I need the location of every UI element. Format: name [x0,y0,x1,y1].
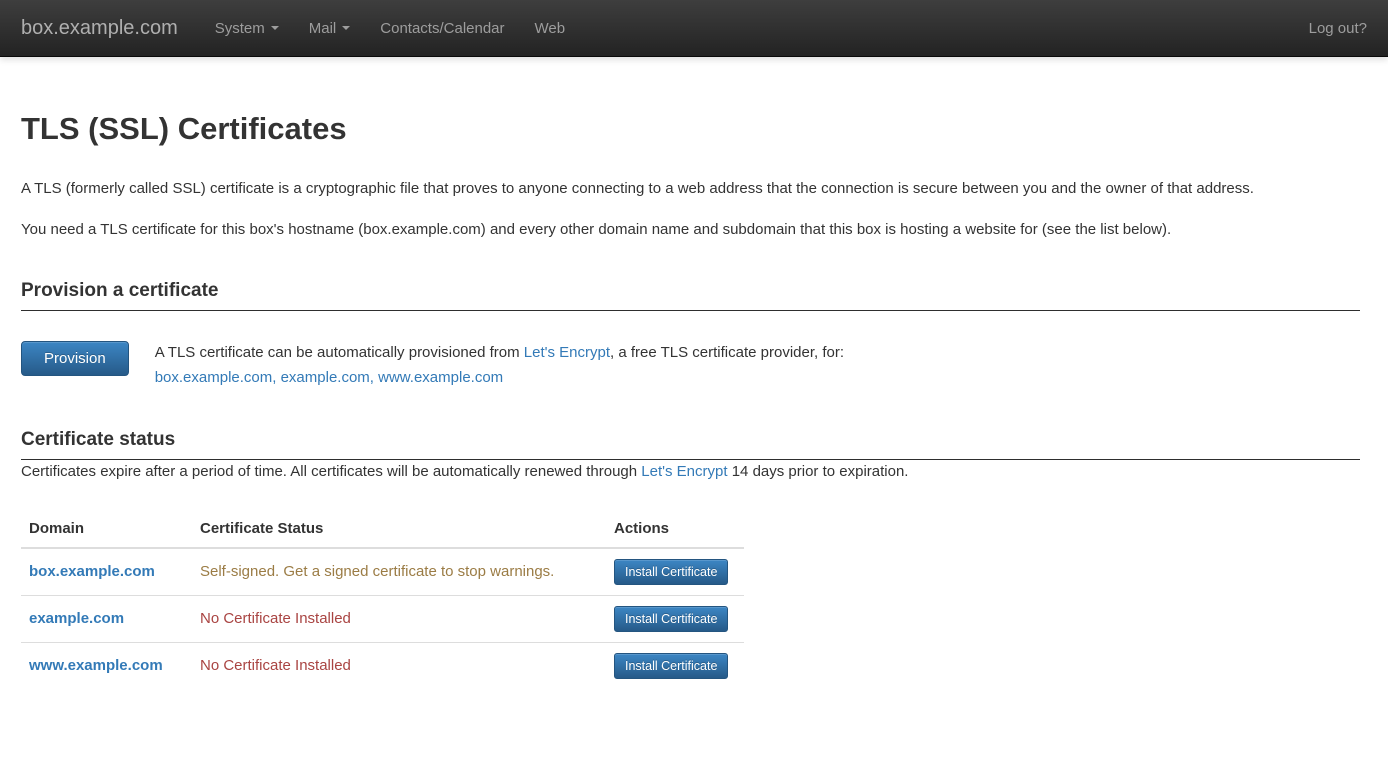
nav-item-contacts-calendar[interactable]: Contacts/Calendar [365,0,519,56]
page-title: TLS (SSL) Certificates [21,111,1360,147]
provision-description: A TLS certificate can be automatically p… [155,341,844,391]
certificate-status-table: Domain Certificate Status Actions box.ex… [21,512,744,689]
status-text-before-link: Certificates expire after a period of ti… [21,463,641,480]
nav-item-system[interactable]: System [200,0,294,56]
chevron-down-icon [342,26,350,30]
lets-encrypt-link[interactable]: Let's Encrypt [641,463,727,480]
install-certificate-button[interactable]: Install Certificate [614,559,728,585]
table-row: example.com No Certificate Installed Ins… [21,595,744,642]
nav-item-label: Mail [309,20,337,37]
intro-paragraph-1: A TLS (formerly called SSL) certificate … [21,177,1360,201]
status-section-heading: Certificate status [21,429,1360,460]
provision-text-before-link: A TLS certificate can be automatically p… [155,344,524,361]
table-header-row: Domain Certificate Status Actions [21,512,744,548]
nav-item-label: Web [535,20,566,37]
chevron-down-icon [271,26,279,30]
provision-text-after-link: , a free TLS certificate provider, for: [610,344,844,361]
provision-description-line1: A TLS certificate can be automatically p… [155,341,844,366]
domain-link[interactable]: box.example.com [29,563,155,580]
column-header-actions: Actions [606,512,744,548]
logout-link[interactable]: Log out? [1309,20,1367,37]
lets-encrypt-link[interactable]: Let's Encrypt [524,344,610,361]
certificate-status-text: Self-signed. Get a signed certificate to… [200,563,554,580]
install-certificate-button[interactable]: Install Certificate [614,653,728,679]
table-row: www.example.com No Certificate Installed… [21,642,744,689]
provision-section-heading: Provision a certificate [21,280,1360,311]
provision-row: Provision A TLS certificate can be autom… [21,341,1360,391]
navbar-menu: System Mail Contacts/Calendar Web [200,0,580,56]
certificate-status-text: No Certificate Installed [200,657,351,674]
nav-item-mail[interactable]: Mail [294,0,366,56]
column-header-certificate-status: Certificate Status [192,512,606,548]
provision-button[interactable]: Provision [21,341,129,376]
column-header-domain: Domain [21,512,192,548]
top-navbar: box.example.com System Mail Contacts/Cal… [0,0,1388,57]
status-description: Certificates expire after a period of ti… [21,460,1360,484]
install-certificate-button[interactable]: Install Certificate [614,606,728,632]
certificate-status-text: No Certificate Installed [200,610,351,627]
domain-link[interactable]: example.com [29,610,124,627]
nav-item-label: System [215,20,265,37]
navbar-brand[interactable]: box.example.com [21,17,178,40]
domain-link[interactable]: www.example.com [29,657,163,674]
provision-domain-list: box.example.com, example.com, www.exampl… [155,366,844,391]
status-text-after-link: 14 days prior to expiration. [728,463,909,480]
nav-item-label: Contacts/Calendar [380,20,504,37]
table-row: box.example.com Self-signed. Get a signe… [21,548,744,596]
intro-paragraph-2: You need a TLS certificate for this box'… [21,218,1360,242]
main-content: TLS (SSL) Certificates A TLS (formerly c… [0,111,1388,709]
nav-item-web[interactable]: Web [520,0,581,56]
